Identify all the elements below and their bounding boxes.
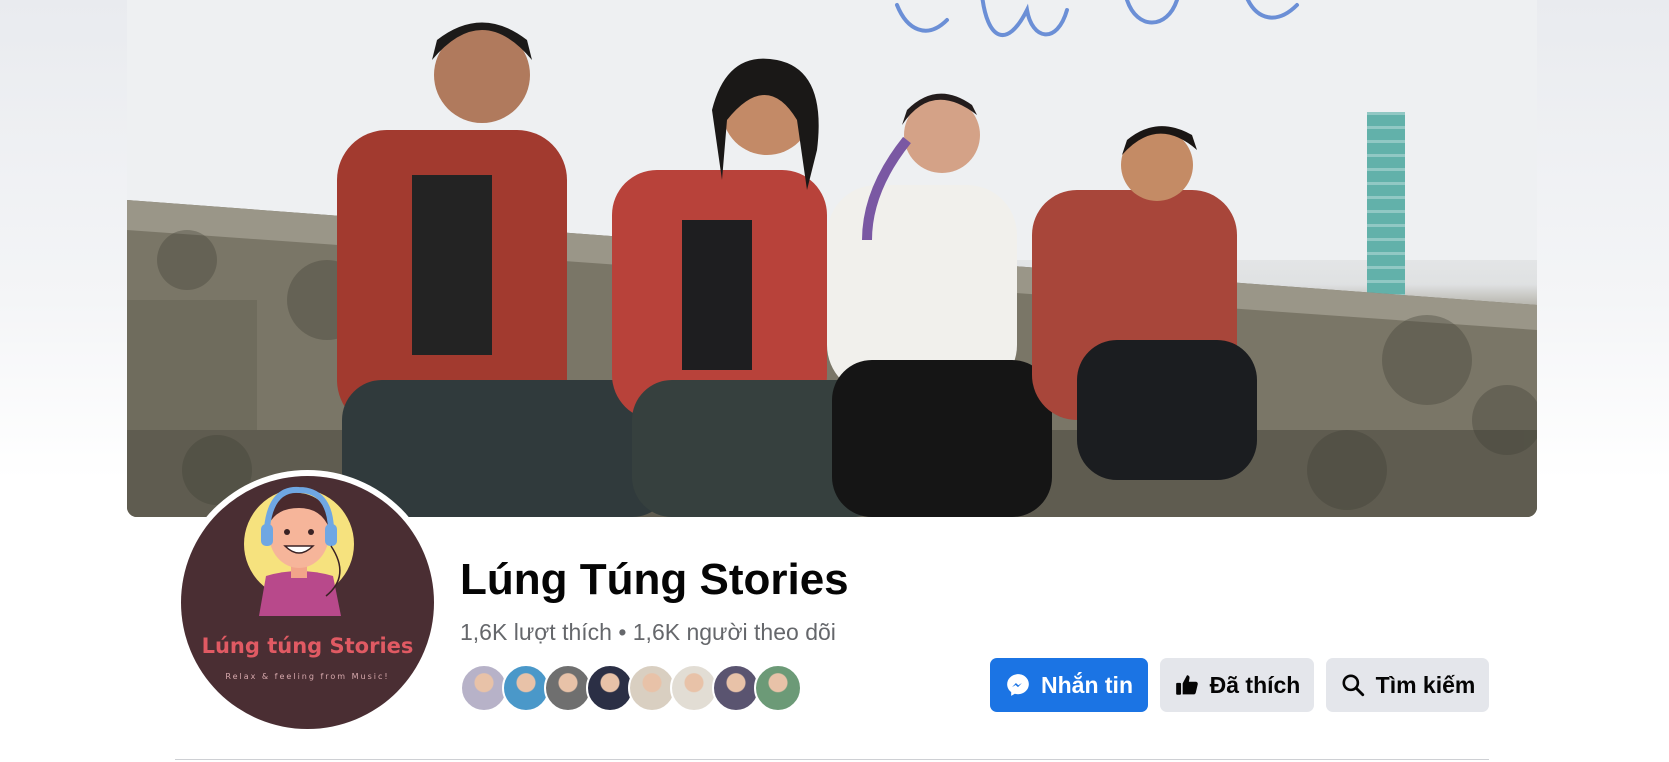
friend-avatar[interactable] — [544, 664, 592, 712]
cover-photo[interactable] — [127, 0, 1537, 517]
avatar-brand-text: Lúng túng Stories — [201, 634, 414, 658]
messenger-icon — [1005, 672, 1031, 698]
header-divider — [175, 759, 1489, 760]
friend-avatar[interactable] — [712, 664, 760, 712]
search-icon — [1340, 672, 1366, 698]
friend-avatar[interactable] — [754, 664, 802, 712]
liked-button[interactable]: Đã thích — [1160, 658, 1314, 712]
friend-avatar[interactable] — [586, 664, 634, 712]
friend-avatar[interactable] — [670, 664, 718, 712]
avatar-tagline: Relax & feeling from Music! — [225, 672, 390, 681]
liked-button-label: Đã thích — [1209, 671, 1301, 698]
friend-avatar[interactable] — [460, 664, 508, 712]
page-stats[interactable]: 1,6K lượt thích • 1,6K người theo dõi — [460, 619, 836, 646]
avatar-illustration — [244, 486, 354, 616]
search-button[interactable]: Tìm kiếm — [1326, 658, 1489, 712]
friend-avatar[interactable] — [502, 664, 550, 712]
message-button-label: Nhắn tin — [1041, 671, 1133, 698]
cover-photo-image — [127, 0, 1537, 517]
message-button[interactable]: Nhắn tin — [990, 658, 1148, 712]
search-button-label: Tìm kiếm — [1375, 671, 1476, 698]
friends-avatars[interactable] — [460, 664, 802, 712]
page-title: Lúng Túng Stories — [460, 555, 849, 604]
friend-avatar[interactable] — [628, 664, 676, 712]
thumbs-up-icon — [1174, 672, 1200, 698]
page-avatar[interactable]: Lúng túng Stories Relax & feeling from M… — [181, 476, 434, 729]
